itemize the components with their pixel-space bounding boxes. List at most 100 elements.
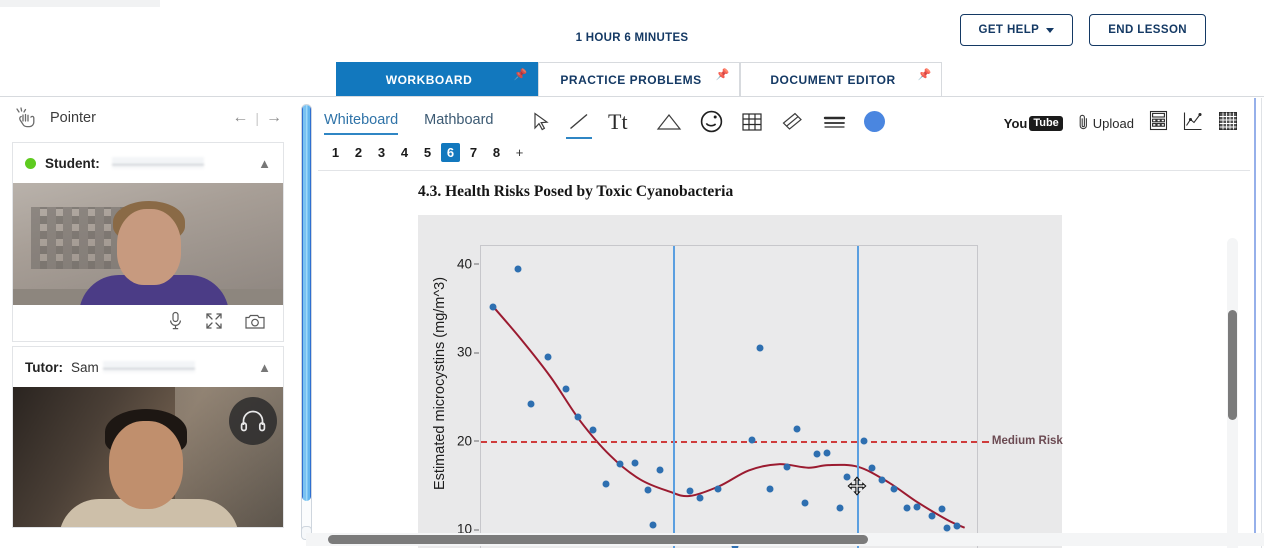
chart-data-point[interactable] [514, 265, 522, 273]
pin-icon[interactable]: 📌 [918, 68, 932, 81]
chart-vertical-marker[interactable] [672, 246, 675, 548]
end-lesson-button[interactable]: END LESSON [1089, 14, 1206, 46]
color-swatch[interactable] [864, 111, 886, 132]
splitter-thumb[interactable] [302, 105, 311, 501]
chart-data-point[interactable] [686, 487, 694, 495]
page-3[interactable]: 3 [372, 143, 391, 162]
whiteboard-canvas[interactable]: 4.3. Health Risks Posed by Toxic Cyanoba… [318, 170, 1250, 548]
chart-data-point[interactable] [801, 499, 809, 507]
page-2[interactable]: 2 [349, 143, 368, 162]
chart-plot-area[interactable]: 10203040Medium RiskLow Risk [457, 245, 1063, 548]
triangle-icon[interactable] [656, 112, 682, 132]
chart-data-point[interactable] [943, 524, 951, 532]
add-page-button[interactable]: + [510, 143, 529, 162]
page-4[interactable]: 4 [395, 143, 414, 162]
page-6[interactable]: 6 [441, 143, 460, 162]
panel-splitter[interactable] [301, 104, 312, 540]
page-7[interactable]: 7 [464, 143, 483, 162]
pin-icon[interactable]: 📌 [514, 68, 528, 81]
page-5[interactable]: 5 [418, 143, 437, 162]
arrow-left-icon[interactable]: ← [232, 109, 248, 127]
chart-data-point[interactable] [631, 459, 639, 467]
chart-data-point[interactable] [656, 466, 664, 474]
tab-workboard[interactable]: WORKBOARD 📌 [336, 62, 538, 97]
page-8[interactable]: 8 [487, 143, 506, 162]
chart-data-point[interactable] [766, 485, 774, 493]
chart-data-point[interactable] [644, 486, 652, 494]
canvas-vertical-scrollbar[interactable] [1227, 238, 1238, 548]
chart-figure[interactable]: Estimated microcystins (mg/m^3) 10 20 30 40… [418, 215, 1063, 548]
youtube-you-label: You [1003, 115, 1028, 131]
line-icon[interactable] [566, 112, 593, 139]
smiley-icon[interactable] [700, 110, 723, 133]
student-card-header[interactable]: Student: ▲ [13, 143, 283, 183]
youtube-button[interactable]: You Tube [1003, 115, 1063, 131]
calculator-icon[interactable] [1149, 110, 1168, 136]
line-graph-icon[interactable] [1183, 111, 1203, 136]
chart-data-point[interactable] [953, 522, 961, 530]
canvas-horizontal-scrollbar[interactable] [306, 533, 1264, 546]
hand-pointer-icon[interactable] [14, 107, 38, 129]
chart-data-point[interactable] [574, 413, 582, 421]
chart-data-point[interactable] [860, 437, 868, 445]
chart-data-point[interactable] [793, 425, 801, 433]
grid-icon[interactable] [741, 111, 763, 133]
pointer-row: Pointer ← | → [0, 98, 296, 138]
tab-document-editor[interactable]: DOCUMENT EDITOR 📌 [740, 62, 942, 97]
chart-data-point[interactable] [714, 485, 722, 493]
chevron-up-icon[interactable]: ▲ [258, 360, 271, 375]
eraser-icon[interactable] [781, 112, 805, 132]
chevron-up-icon[interactable]: ▲ [258, 156, 271, 171]
chart-data-point[interactable] [890, 485, 898, 493]
board-tab-mathboard[interactable]: Mathboard [424, 112, 493, 132]
chart-vertical-marker[interactable] [856, 246, 859, 548]
cursor-arrow-icon[interactable] [533, 112, 550, 131]
page-1[interactable]: 1 [326, 143, 345, 162]
chart-data-point[interactable] [748, 436, 756, 444]
panel-nav-arrows: ← | → [232, 109, 282, 127]
chart-data-point[interactable] [928, 512, 936, 520]
chart-data-point[interactable] [562, 385, 570, 393]
tutor-name: Sam [70, 359, 99, 375]
chart-data-point[interactable] [836, 504, 844, 512]
tutor-name-redacted [102, 361, 195, 373]
chart-data-point[interactable] [756, 344, 764, 352]
tab-workboard-label: WORKBOARD [385, 73, 473, 87]
chart-y-tick: 30 [456, 344, 480, 360]
chart-data-point[interactable] [823, 449, 831, 457]
student-name-redacted [111, 157, 204, 169]
chart-data-point[interactable] [489, 303, 497, 311]
chart-data-point[interactable] [616, 460, 624, 468]
chart-data-point[interactable] [813, 450, 821, 458]
microphone-icon[interactable] [168, 311, 183, 335]
chart-data-point[interactable] [938, 505, 946, 513]
chart-data-point[interactable] [903, 504, 911, 512]
chart-data-point[interactable] [868, 464, 876, 472]
chart-data-point[interactable] [544, 353, 552, 361]
canvas-vertical-scroll-thumb[interactable] [1228, 310, 1237, 420]
camera-icon[interactable] [245, 313, 265, 334]
chart-data-point[interactable] [878, 476, 886, 484]
board-tab-whiteboard[interactable]: Whiteboard [324, 112, 399, 135]
spreadsheet-icon[interactable] [1218, 111, 1238, 136]
arrow-right-icon[interactable]: → [266, 109, 282, 127]
lines-thickness-icon[interactable] [823, 114, 846, 130]
get-help-button[interactable]: GET HELP [959, 14, 1074, 46]
pin-icon[interactable]: 📌 [716, 68, 730, 81]
chart-data-point[interactable] [527, 400, 535, 408]
tutor-role-label: Tutor: [25, 359, 63, 375]
chart-data-point[interactable] [783, 463, 791, 471]
text-Tt-icon[interactable]: Tt [608, 110, 638, 134]
tab-practice-problems[interactable]: PRACTICE PROBLEMS 📌 [538, 62, 740, 97]
tutor-card-header[interactable]: Tutor: Sam ▲ [13, 347, 283, 387]
chart-data-point[interactable] [696, 494, 704, 502]
tutor-video[interactable] [13, 387, 283, 527]
chart-data-point[interactable] [649, 521, 657, 529]
canvas-horizontal-scroll-thumb[interactable] [328, 535, 868, 544]
fullscreen-icon[interactable] [205, 312, 223, 335]
upload-button[interactable]: Upload [1078, 113, 1134, 134]
student-video[interactable] [13, 183, 283, 305]
chart-data-point[interactable] [913, 503, 921, 511]
chart-data-point[interactable] [589, 426, 597, 434]
chart-data-point[interactable] [602, 480, 609, 488]
